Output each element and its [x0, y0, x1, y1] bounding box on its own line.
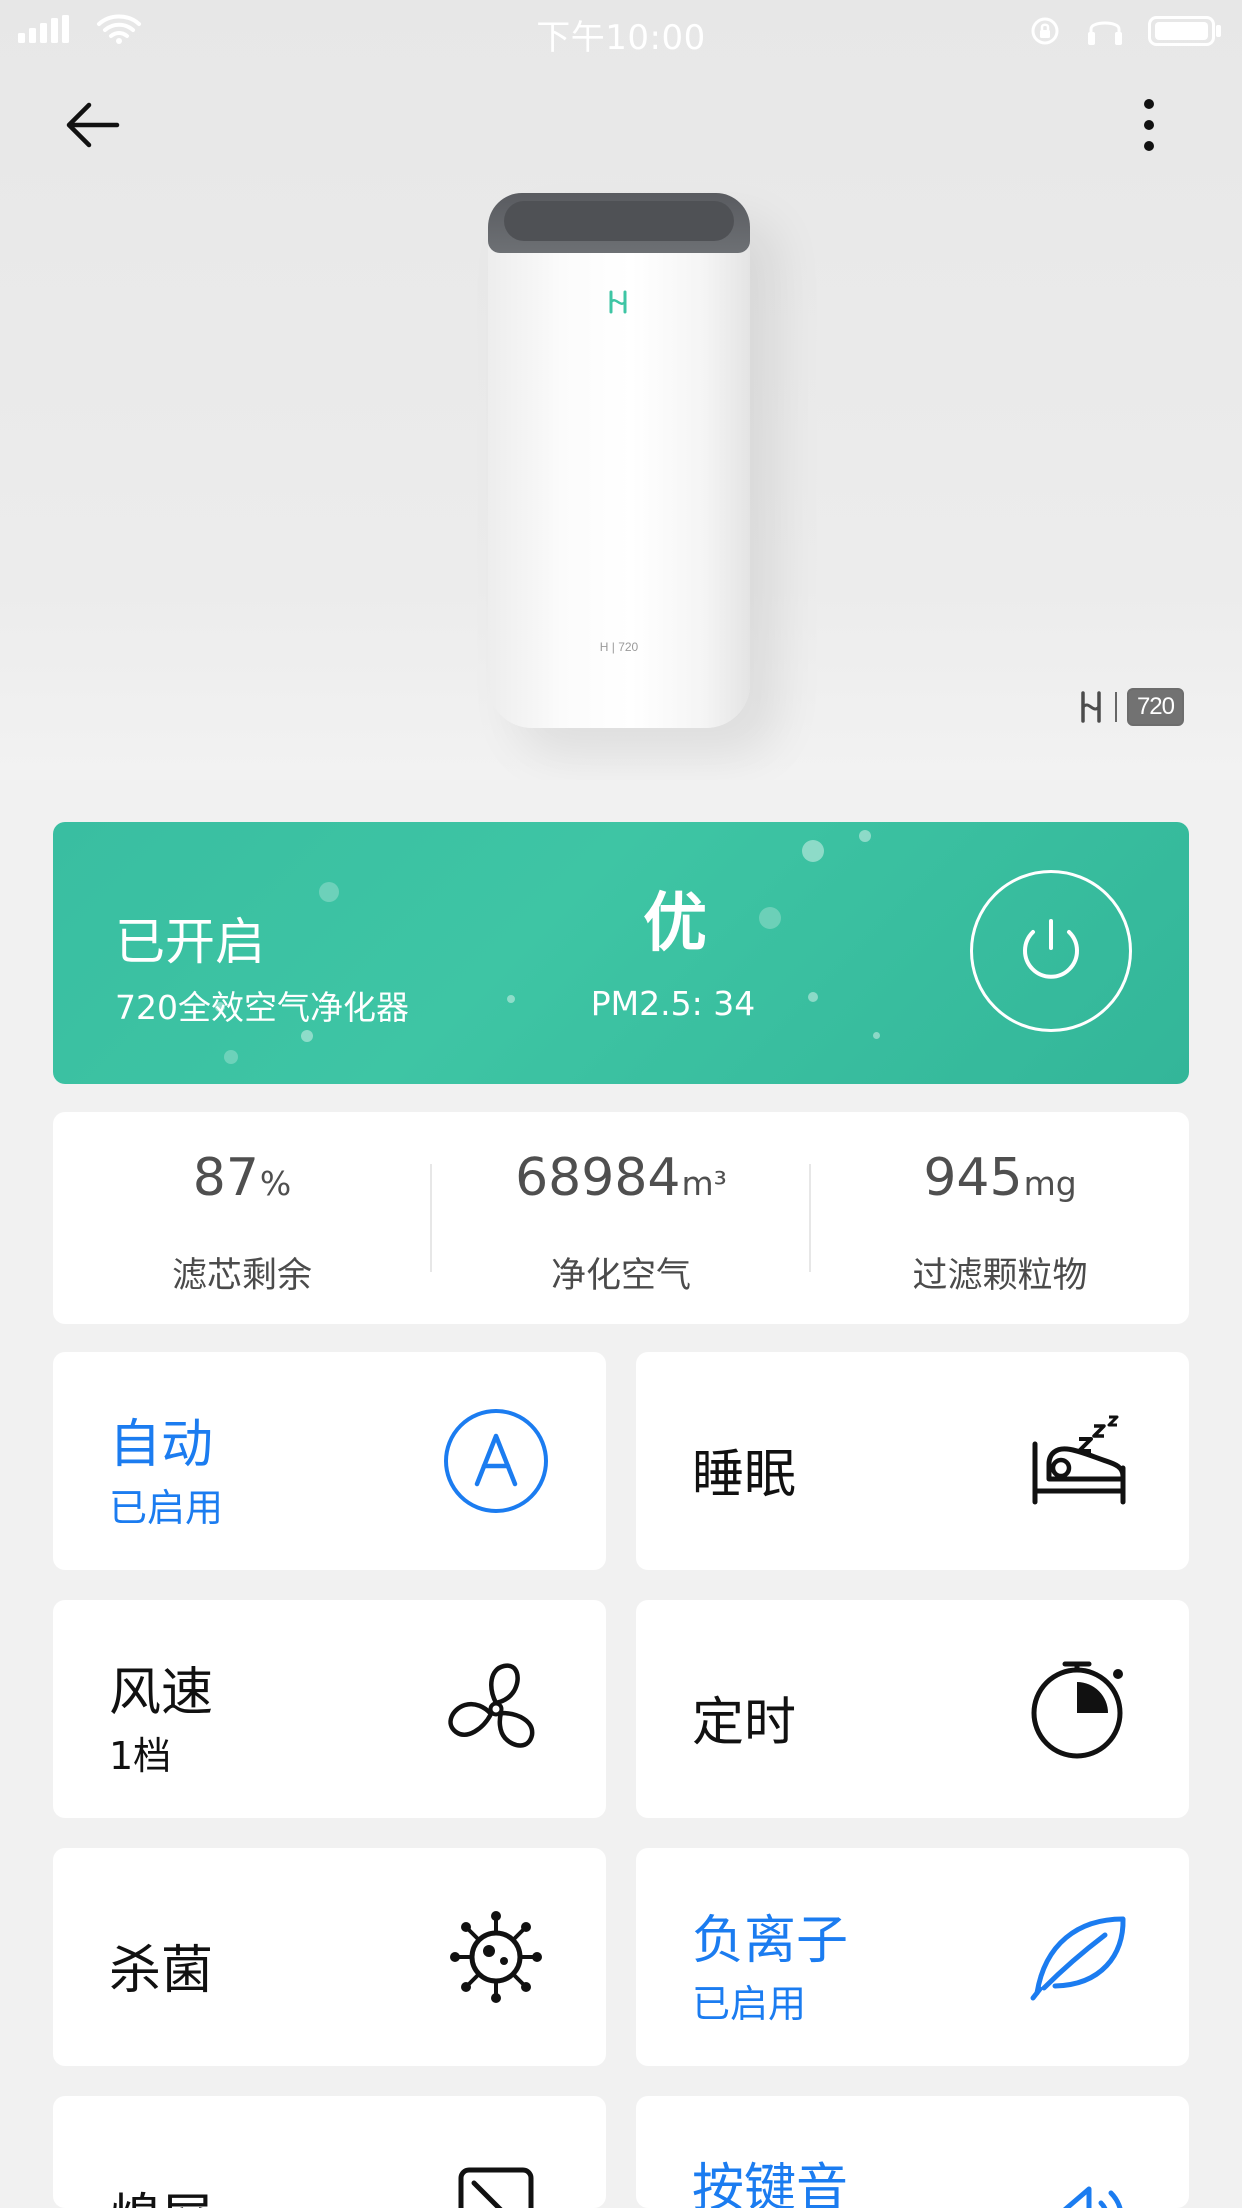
decorative-dot — [859, 830, 871, 842]
filter-remaining-label: 滤芯剩余 — [171, 1256, 312, 1296]
more-options-button[interactable] — [1104, 80, 1194, 170]
filter-remaining-unit: % — [259, 1164, 292, 1203]
purified-air-stat: 68984m³ 净化空气 — [432, 1112, 810, 1324]
control-card-sterilize[interactable]: 杀菌 — [53, 1848, 606, 2066]
decorative-dot — [224, 1050, 238, 1064]
stat-value-wrap: 87% — [53, 1148, 431, 1208]
status-bar: 下午10:00 — [0, 0, 1242, 62]
stat-value-wrap: 68984m³ — [432, 1148, 810, 1208]
leaf-icon — [1019, 1897, 1139, 2017]
brand-logo-icon — [1081, 691, 1101, 723]
filtered-particles-stat: 945mg 过滤颗粒物 — [811, 1112, 1189, 1324]
status-right — [1028, 14, 1224, 48]
sleep-icon — [1019, 1401, 1139, 1521]
device-status-card: 已开启 720全效空气净化器 优 PM2.5: 34 — [53, 822, 1189, 1084]
air-quality-level: 优 — [643, 887, 707, 961]
control-sub-negative-ion: 已启用 — [692, 1982, 807, 2026]
speaker-icon — [1019, 2145, 1139, 2208]
decorative-dot — [873, 1032, 880, 1039]
brand-model-badge: 720 — [1126, 688, 1184, 726]
filtered-particles-value: 945 — [923, 1148, 1023, 1208]
control-title-auto: 自动 — [109, 1415, 214, 1475]
control-title-sleep: 睡眠 — [692, 1445, 797, 1505]
hero-section: 下午10:00 H | 720 720 — [0, 0, 1242, 780]
control-title-key-sound: 按键音 — [692, 2159, 849, 2208]
orientation-lock-icon — [1031, 17, 1059, 45]
control-title-timer: 定时 — [692, 1693, 797, 1753]
auto-mode-icon — [436, 1401, 556, 1521]
filtered-particles-unit: mg — [1023, 1164, 1077, 1203]
brand-separator — [1114, 692, 1117, 722]
stats-divider — [809, 1164, 811, 1272]
device-footer-text: H | 720 — [599, 640, 639, 654]
device-top-inner — [504, 201, 734, 241]
decorative-dot — [301, 1030, 313, 1042]
device-image: H | 720 — [488, 193, 750, 733]
decorative-dot — [319, 882, 339, 902]
control-card-auto[interactable]: 自动 已启用 — [53, 1352, 606, 1570]
control-title-screen-off: 熄屏 — [109, 2176, 213, 2208]
sterilize-icon — [436, 1897, 556, 2017]
stat-value-wrap: 945mg — [811, 1148, 1189, 1208]
device-top — [488, 193, 750, 253]
control-card-negative-ion[interactable]: 负离子 已启用 — [636, 1848, 1189, 2066]
more-vertical-icon — [1144, 99, 1154, 151]
stats-card: 87% 滤芯剩余 68984m³ 净化空气 945mg 过滤颗粒物 — [53, 1112, 1189, 1324]
control-card-sleep[interactable]: 睡眠 — [636, 1352, 1189, 1570]
filtered-particles-label: 过滤颗粒物 — [912, 1256, 1088, 1296]
pm25-value: PM2.5: 34 — [590, 984, 756, 1023]
control-title-negative-ion: 负离子 — [692, 1911, 849, 1971]
filter-remaining-stat: 87% 滤芯剩余 — [53, 1112, 431, 1324]
purified-air-value: 68984 — [515, 1148, 681, 1208]
device-logo-icon — [609, 290, 627, 314]
control-title-fan-speed: 风速 — [109, 1663, 214, 1723]
control-sub-auto: 已启用 — [109, 1486, 224, 1530]
power-button[interactable] — [970, 870, 1132, 1032]
headphones-icon — [1088, 21, 1122, 45]
purified-air-label: 净化空气 — [550, 1256, 691, 1296]
battery-icon — [1148, 16, 1221, 46]
control-card-fan-speed[interactable]: 风速 1档 — [53, 1600, 606, 1818]
back-button[interactable] — [48, 80, 138, 170]
screen-off-icon — [436, 2145, 556, 2208]
control-card-timer[interactable]: 定时 — [636, 1600, 1189, 1818]
fan-icon — [436, 1649, 556, 1769]
timer-icon — [1019, 1649, 1139, 1769]
filter-remaining-value: 87 — [192, 1148, 259, 1208]
power-icon — [1023, 919, 1079, 979]
arrow-left-icon — [66, 102, 120, 148]
brand-mark: 720 — [1077, 688, 1184, 726]
control-sub-fan-speed: 1档 — [109, 1734, 172, 1778]
control-card-key-sound[interactable]: 按键音 — [636, 2096, 1189, 2208]
decorative-dot — [802, 840, 824, 862]
device-name: 720全效空气净化器 — [115, 988, 409, 1027]
control-title-sterilize: 杀菌 — [109, 1941, 214, 2001]
control-card-screen-off[interactable]: 熄屏 — [53, 2096, 606, 2208]
purified-air-unit: m³ — [681, 1164, 727, 1203]
stats-divider — [430, 1164, 432, 1272]
decorative-dot — [507, 995, 515, 1003]
power-status-label: 已开启 — [115, 913, 265, 971]
